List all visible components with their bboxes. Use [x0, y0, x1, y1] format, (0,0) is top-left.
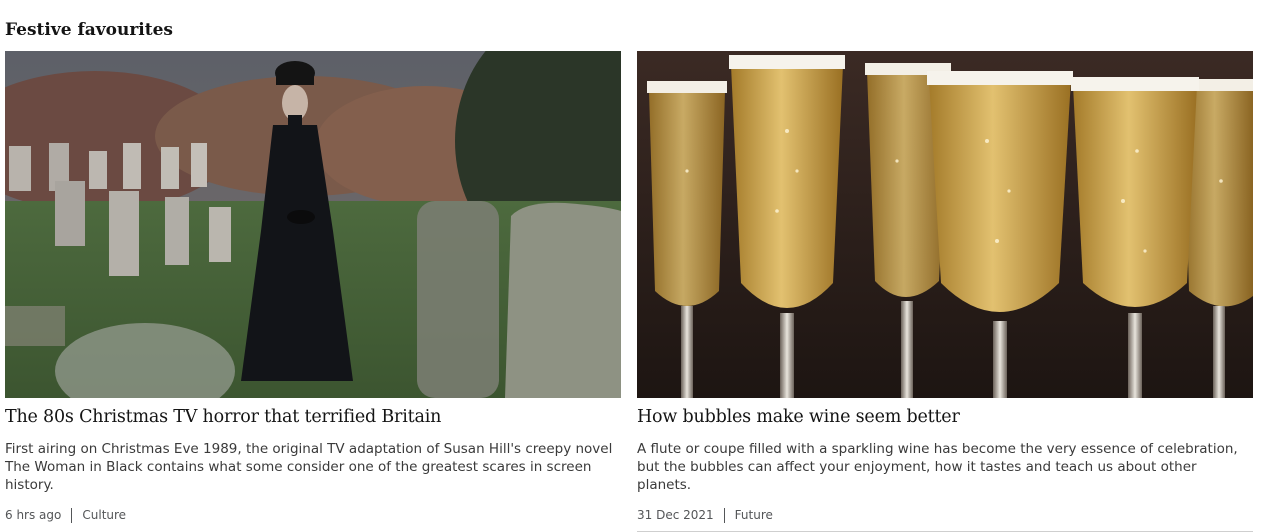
- meta-divider: [723, 507, 725, 523]
- meta-divider: [71, 507, 73, 523]
- article-headline[interactable]: How bubbles make wine seem better: [637, 406, 1253, 428]
- article-summary: First airing on Christmas Eve 1989, the …: [5, 441, 613, 493]
- woman-in-graveyard-photo: [5, 51, 621, 398]
- article-category-link[interactable]: Culture: [82, 507, 126, 523]
- article-meta: 31 Dec 2021 Future: [637, 507, 1253, 523]
- article-category-link[interactable]: Future: [735, 507, 773, 523]
- article-date: 6 hrs ago: [5, 508, 62, 522]
- article-image-bubbles[interactable]: [637, 51, 1253, 398]
- article-card-woman-in-black[interactable]: The 80s Christmas TV horror that terrifi…: [5, 51, 621, 523]
- article-date: 31 Dec 2021: [637, 508, 714, 522]
- article-meta: 6 hrs ago Culture: [5, 507, 621, 523]
- article-image-woman-in-black[interactable]: [5, 51, 621, 398]
- section-title: Festive favourites: [5, 20, 174, 41]
- article-card-bubbles[interactable]: How bubbles make wine seem better A flut…: [637, 51, 1253, 532]
- article-headline[interactable]: The 80s Christmas TV horror that terrifi…: [5, 406, 621, 428]
- champagne-flutes-photo: [637, 51, 1253, 398]
- article-summary: A flute or coupe filled with a sparkling…: [637, 441, 1238, 493]
